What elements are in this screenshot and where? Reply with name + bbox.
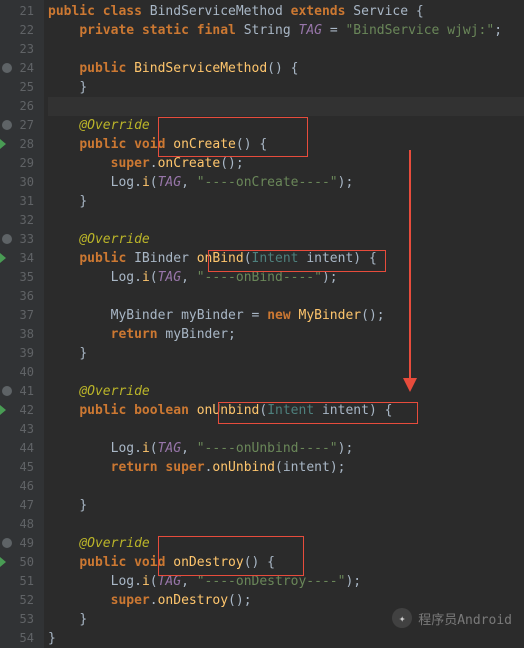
code-line: return myBinder; <box>48 325 524 344</box>
code-line: } <box>48 344 524 363</box>
code-line: Log.i(TAG, "----onUnbind----"); <box>48 439 524 458</box>
line-number: 51 <box>0 572 44 591</box>
watermark: ✦ 程序员Android <box>392 608 512 628</box>
line-number: 48 <box>0 515 44 534</box>
code-line <box>48 515 524 534</box>
line-number: 26 <box>0 97 44 116</box>
code-editor[interactable]: 2122232425262728293031323334353637383940… <box>0 0 524 648</box>
gutter-run-icon <box>0 139 6 149</box>
code-line: public void onCreate() { <box>48 135 524 154</box>
line-number: 32 <box>0 211 44 230</box>
line-number: 28 <box>0 135 44 154</box>
line-number: 29 <box>0 154 44 173</box>
line-number: 43 <box>0 420 44 439</box>
line-number: 39 <box>0 344 44 363</box>
code-line <box>48 363 524 382</box>
line-number: 37 <box>0 306 44 325</box>
gutter-run-icon <box>0 557 6 567</box>
line-number: 33 <box>0 230 44 249</box>
line-number: 31 <box>0 192 44 211</box>
code-line: super.onCreate(); <box>48 154 524 173</box>
line-number: 41 <box>0 382 44 401</box>
line-number: 53 <box>0 610 44 629</box>
line-number: 34 <box>0 249 44 268</box>
code-line: return super.onUnbind(intent); <box>48 458 524 477</box>
code-line <box>48 211 524 230</box>
code-line <box>48 40 524 59</box>
line-number: 46 <box>0 477 44 496</box>
gutter-run-icon <box>0 405 6 415</box>
line-number: 52 <box>0 591 44 610</box>
line-number: 40 <box>0 363 44 382</box>
code-line <box>48 287 524 306</box>
code-line: @Override <box>48 116 524 135</box>
watermark-text: 程序员Android <box>418 609 512 628</box>
gutter-override-icon <box>2 63 12 73</box>
gutter-override-icon <box>2 386 12 396</box>
code-line: private static final String TAG = "BindS… <box>48 21 524 40</box>
line-number: 35 <box>0 268 44 287</box>
code-line: } <box>48 78 524 97</box>
code-line <box>48 97 524 116</box>
code-line <box>48 420 524 439</box>
gutter-override-icon <box>2 234 12 244</box>
code-line: } <box>48 496 524 515</box>
code-line: Log.i(TAG, "----onDestroy----"); <box>48 572 524 591</box>
gutter-override-icon <box>2 538 12 548</box>
line-number: 36 <box>0 287 44 306</box>
line-number: 42 <box>0 401 44 420</box>
code-line: public boolean onUnbind(Intent intent) { <box>48 401 524 420</box>
line-number: 44 <box>0 439 44 458</box>
code-line <box>48 477 524 496</box>
code-line: public BindServiceMethod() { <box>48 59 524 78</box>
gutter-run-icon <box>0 253 6 263</box>
line-number: 47 <box>0 496 44 515</box>
code-line: } <box>48 629 524 648</box>
line-number: 27 <box>0 116 44 135</box>
line-number: 23 <box>0 40 44 59</box>
line-number: 24 <box>0 59 44 78</box>
line-number: 49 <box>0 534 44 553</box>
code-line: Log.i(TAG, "----onBind----"); <box>48 268 524 287</box>
line-number: 21 <box>0 2 44 21</box>
gutter-override-icon <box>2 120 12 130</box>
code-line: public class BindServiceMethod extends S… <box>48 2 524 21</box>
code-area[interactable]: public class BindServiceMethod extends S… <box>44 0 524 648</box>
code-line: MyBinder myBinder = new MyBinder(); <box>48 306 524 325</box>
code-line: public IBinder onBind(Intent intent) { <box>48 249 524 268</box>
code-line: @Override <box>48 230 524 249</box>
code-line: @Override <box>48 382 524 401</box>
code-line: public void onDestroy() { <box>48 553 524 572</box>
gutter: 2122232425262728293031323334353637383940… <box>0 0 44 648</box>
code-line: @Override <box>48 534 524 553</box>
line-number: 30 <box>0 173 44 192</box>
line-number: 45 <box>0 458 44 477</box>
line-number: 38 <box>0 325 44 344</box>
line-number: 50 <box>0 553 44 572</box>
watermark-icon: ✦ <box>392 608 412 628</box>
line-number: 22 <box>0 21 44 40</box>
code-line: Log.i(TAG, "----onCreate----"); <box>48 173 524 192</box>
line-number: 25 <box>0 78 44 97</box>
line-number: 54 <box>0 629 44 648</box>
code-line: } <box>48 192 524 211</box>
